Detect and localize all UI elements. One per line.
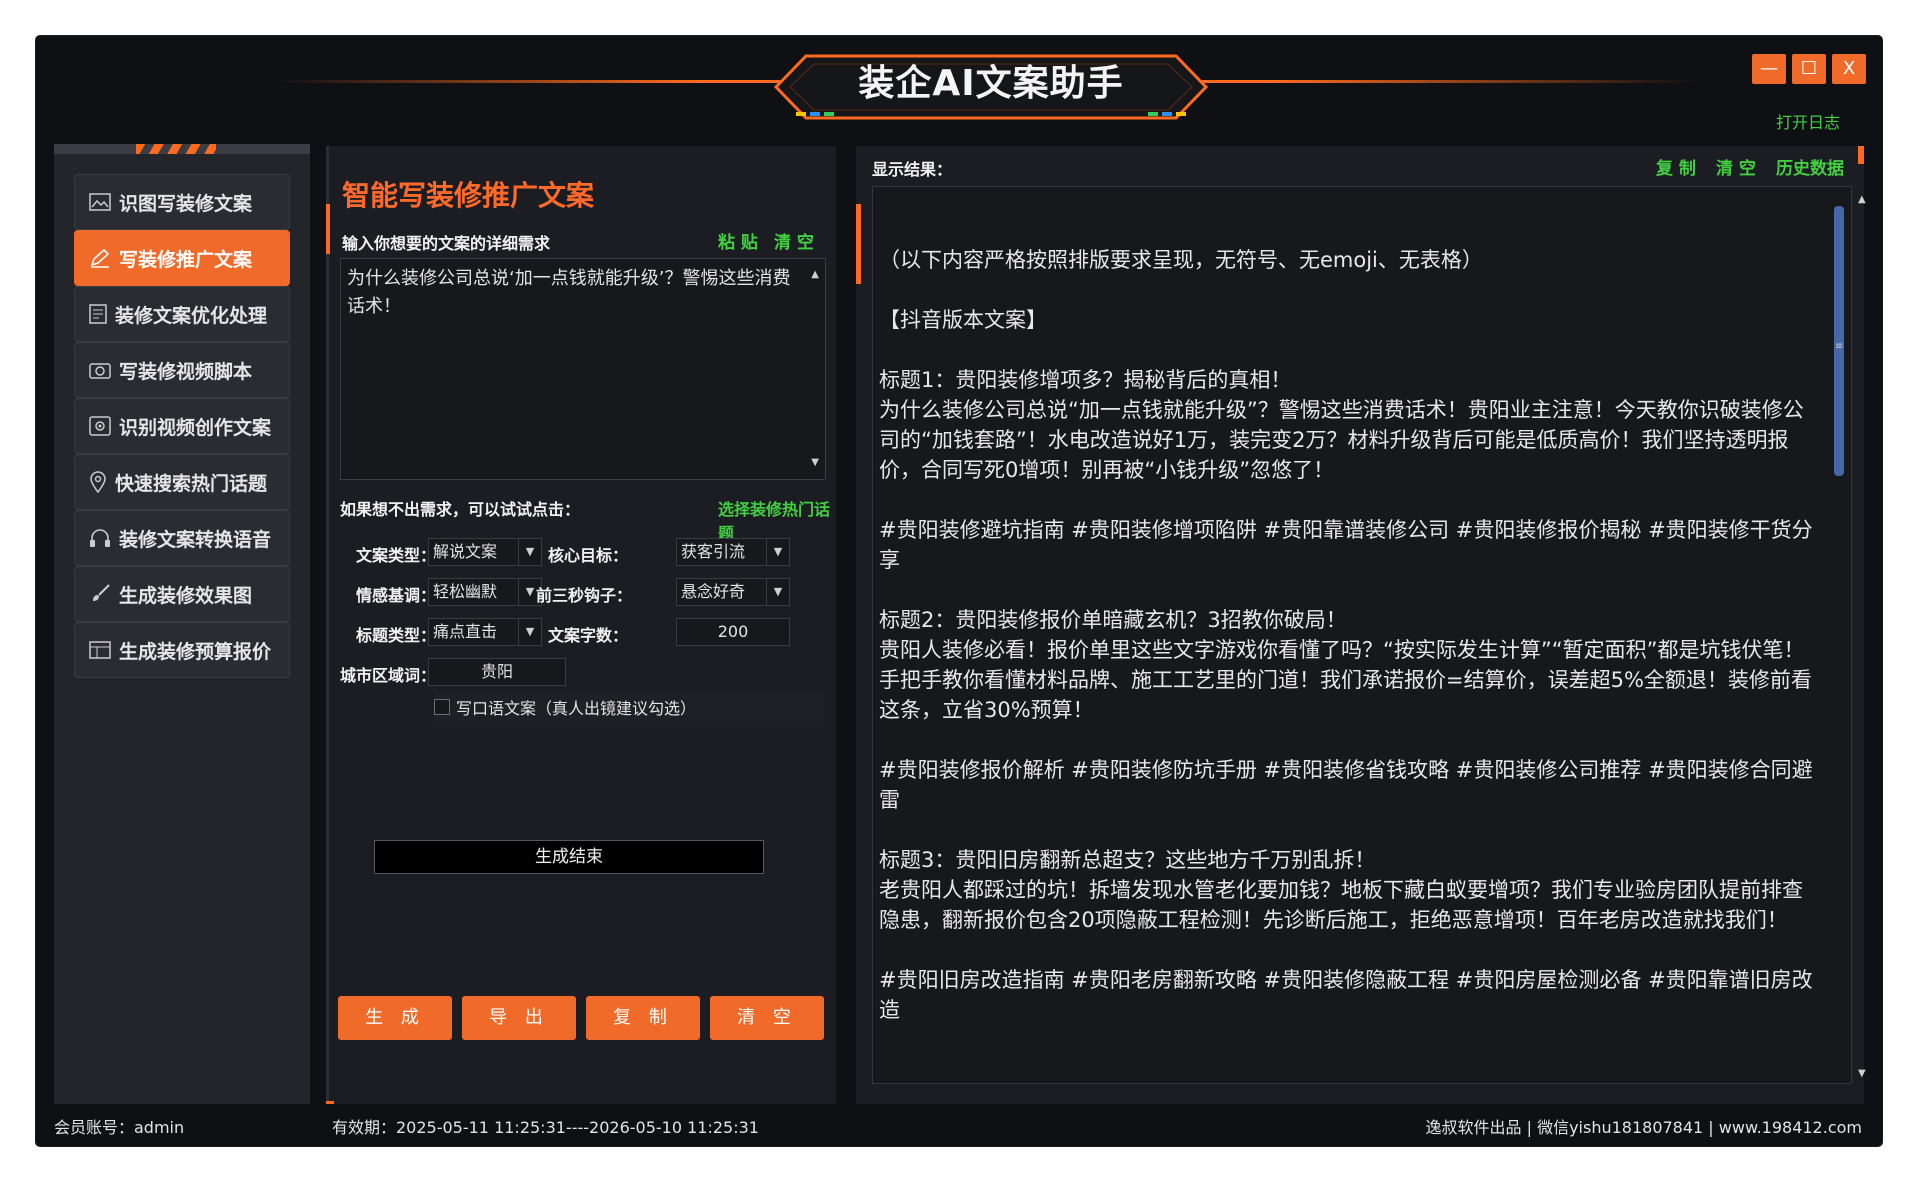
open-log-link[interactable]: 打开日志 <box>1776 109 1840 133</box>
document-icon <box>89 304 107 324</box>
budget-table-icon <box>89 641 111 659</box>
oral-copy-option[interactable]: 写口语文案（真人出镜建议勾选） <box>434 692 824 722</box>
camera-icon <box>89 363 111 379</box>
clear-request-button[interactable]: 清 空 <box>774 228 814 253</box>
hot-topic-link[interactable]: 选择装修热门话题 <box>718 496 836 544</box>
sidebar-item-copy-optimize[interactable]: 装修文案优化处理 <box>74 286 290 342</box>
clear-button[interactable]: 清 空 <box>710 996 824 1040</box>
result-panel: 显示结果： 复 制 清 空 历史数据 （以下内容严格按照排版要求呈现，无符号、无… <box>856 146 1866 1104</box>
video-gear-icon <box>89 416 111 436</box>
app-title: 装企AI文案助手 <box>858 63 1124 104</box>
sidebar-item-video-script[interactable]: 写装修视频脚本 <box>74 342 290 398</box>
title-type-value: 痛点直击 <box>433 622 498 641</box>
close-button[interactable]: X <box>1832 54 1866 84</box>
panel-accent <box>326 204 330 254</box>
sidebar-item-label: 写装修视频脚本 <box>119 360 253 383</box>
tone-value: 轻松幽默 <box>433 582 498 601</box>
result-label: 显示结果： <box>872 160 953 179</box>
scroll-up-icon[interactable]: ▲ <box>1858 194 1866 205</box>
request-label: 输入你想要的文案的详细需求 <box>342 234 551 253</box>
word-count-label: 文案字数： <box>548 626 629 645</box>
panel-accent-bottom <box>326 1101 334 1104</box>
hook-label: 前三秒钩子： <box>536 586 633 605</box>
hint-text: 如果想不出需求，可以试试点击： <box>340 500 581 519</box>
hook-value: 悬念好奇 <box>681 582 746 601</box>
request-text: 为什么装修公司总说‘加一点钱就能升级’？警惕这些消费话术！ <box>347 268 791 317</box>
history-button[interactable]: 历史数据 <box>1776 154 1844 179</box>
sidebar-item-label: 装修文案优化处理 <box>115 304 268 327</box>
copy-button[interactable]: 复 制 <box>586 996 700 1040</box>
hook-select[interactable]: 悬念好奇 ▼ <box>676 578 790 606</box>
scroll-down-icon[interactable]: ▼ <box>811 449 819 477</box>
chevron-down-icon: ▼ <box>518 539 541 565</box>
sidebar-item-text-to-speech[interactable]: 装修文案转换语音 <box>74 510 290 566</box>
title-type-label: 标题类型： <box>356 626 437 645</box>
sidebar-item-render-image[interactable]: 生成装修效果图 <box>74 566 290 622</box>
sidebar-stripes <box>136 144 216 154</box>
promo-copy-panel: 智能写装修推广文案 输入你想要的文案的详细需求 粘 贴 清 空 为什么装修公司总… <box>326 146 836 1104</box>
sidebar-item-label: 识图写装修文案 <box>119 192 253 215</box>
sidebar-item-label: 生成装修预算报价 <box>119 640 272 663</box>
sidebar-item-video-recognize[interactable]: 识别视频创作文案 <box>74 398 290 454</box>
chevron-down-icon: ▼ <box>766 539 789 565</box>
core-goal-label: 核心目标： <box>548 546 629 565</box>
tone-select[interactable]: 轻松幽默 ▼ <box>428 578 542 606</box>
scroll-down-icon[interactable]: ▼ <box>1858 1068 1866 1079</box>
request-textarea[interactable]: 为什么装修公司总说‘加一点钱就能升级’？警惕这些消费话术！ ▲ ▼ <box>340 258 826 480</box>
sidebar-item-label: 识别视频创作文案 <box>119 416 272 439</box>
headphones-icon <box>90 529 110 547</box>
account-info: 会员账号：admin <box>54 1118 185 1137</box>
panel-accent <box>856 204 861 284</box>
generate-button[interactable]: 生 成 <box>338 996 452 1040</box>
copy-result-button[interactable]: 复 制 <box>1656 154 1696 179</box>
copy-type-label: 文案类型： <box>356 546 437 565</box>
sidebar: 识图写装修文案 写装修推广文案 装修文案优化处理 写装修视频脚本 识别视频创作文… <box>54 144 310 1104</box>
copy-type-value: 解说文案 <box>433 542 498 561</box>
oral-copy-label: 写口语文案（真人出镜建议勾选） <box>456 699 697 718</box>
scroll-up-icon[interactable]: ▲ <box>811 261 819 289</box>
copy-type-select[interactable]: 解说文案 ▼ <box>428 538 542 566</box>
chevron-down-icon: ▼ <box>766 579 789 605</box>
image-icon <box>89 193 111 211</box>
city-input[interactable]: 贵阳 <box>428 658 566 686</box>
core-goal-select[interactable]: 获客引流 ▼ <box>676 538 790 566</box>
sidebar-item-hot-topics[interactable]: 快速搜索热门话题 <box>74 454 290 510</box>
panel-frame <box>326 146 329 1104</box>
sidebar-item-budget-quote[interactable]: 生成装修预算报价 <box>74 622 290 678</box>
sidebar-item-promo-copy[interactable]: 写装修推广文案 <box>74 230 290 286</box>
status-bar: 生成结束 <box>374 840 764 874</box>
maximize-button[interactable]: ☐ <box>1792 54 1826 84</box>
paste-button[interactable]: 粘 贴 <box>718 228 758 253</box>
oral-copy-checkbox[interactable] <box>434 699 450 715</box>
export-button[interactable]: 导 出 <box>462 996 576 1040</box>
result-textarea[interactable]: （以下内容严格按照排版要求呈现，无符号、无emoji、无表格） 【抖音版本文案】… <box>872 186 1852 1084</box>
paint-brush-icon <box>93 584 110 601</box>
validity-info: 有效期：2025-05-11 11:25:31----2026-05-10 11… <box>332 1118 759 1137</box>
core-goal-value: 获客引流 <box>681 542 746 561</box>
scroll-grip-icon: ≡ <box>1835 341 1844 352</box>
sidebar-item-image-copy[interactable]: 识图写装修文案 <box>74 174 290 230</box>
tone-label: 情感基调： <box>356 586 437 605</box>
title-type-select[interactable]: 痛点直击 ▼ <box>428 618 542 646</box>
clear-result-button[interactable]: 清 空 <box>1716 154 1756 179</box>
chevron-down-icon: ▼ <box>518 619 541 645</box>
location-pin-icon <box>90 471 106 493</box>
app-window: 装企AI文案助手 — ☐ X 打开日志 识图写装修文案 写装修推广文案 装修文案… <box>36 36 1882 1146</box>
panel-accent <box>1858 146 1864 164</box>
pen-icon <box>90 248 110 268</box>
city-label: 城市区域词： <box>340 666 437 685</box>
credits-info: 逸叔软件出品 | 微信yishu181807841 | www.198412.c… <box>1425 1118 1863 1137</box>
panel-heading: 智能写装修推广文案 <box>342 179 595 212</box>
sidebar-item-label: 快速搜索热门话题 <box>115 472 268 495</box>
sidebar-item-label: 写装修推广文案 <box>119 248 253 271</box>
sidebar-item-label: 装修文案转换语音 <box>119 528 272 551</box>
minimize-button[interactable]: — <box>1752 54 1786 84</box>
word-count-input[interactable]: 200 <box>676 618 790 646</box>
sidebar-item-label: 生成装修效果图 <box>119 584 253 607</box>
